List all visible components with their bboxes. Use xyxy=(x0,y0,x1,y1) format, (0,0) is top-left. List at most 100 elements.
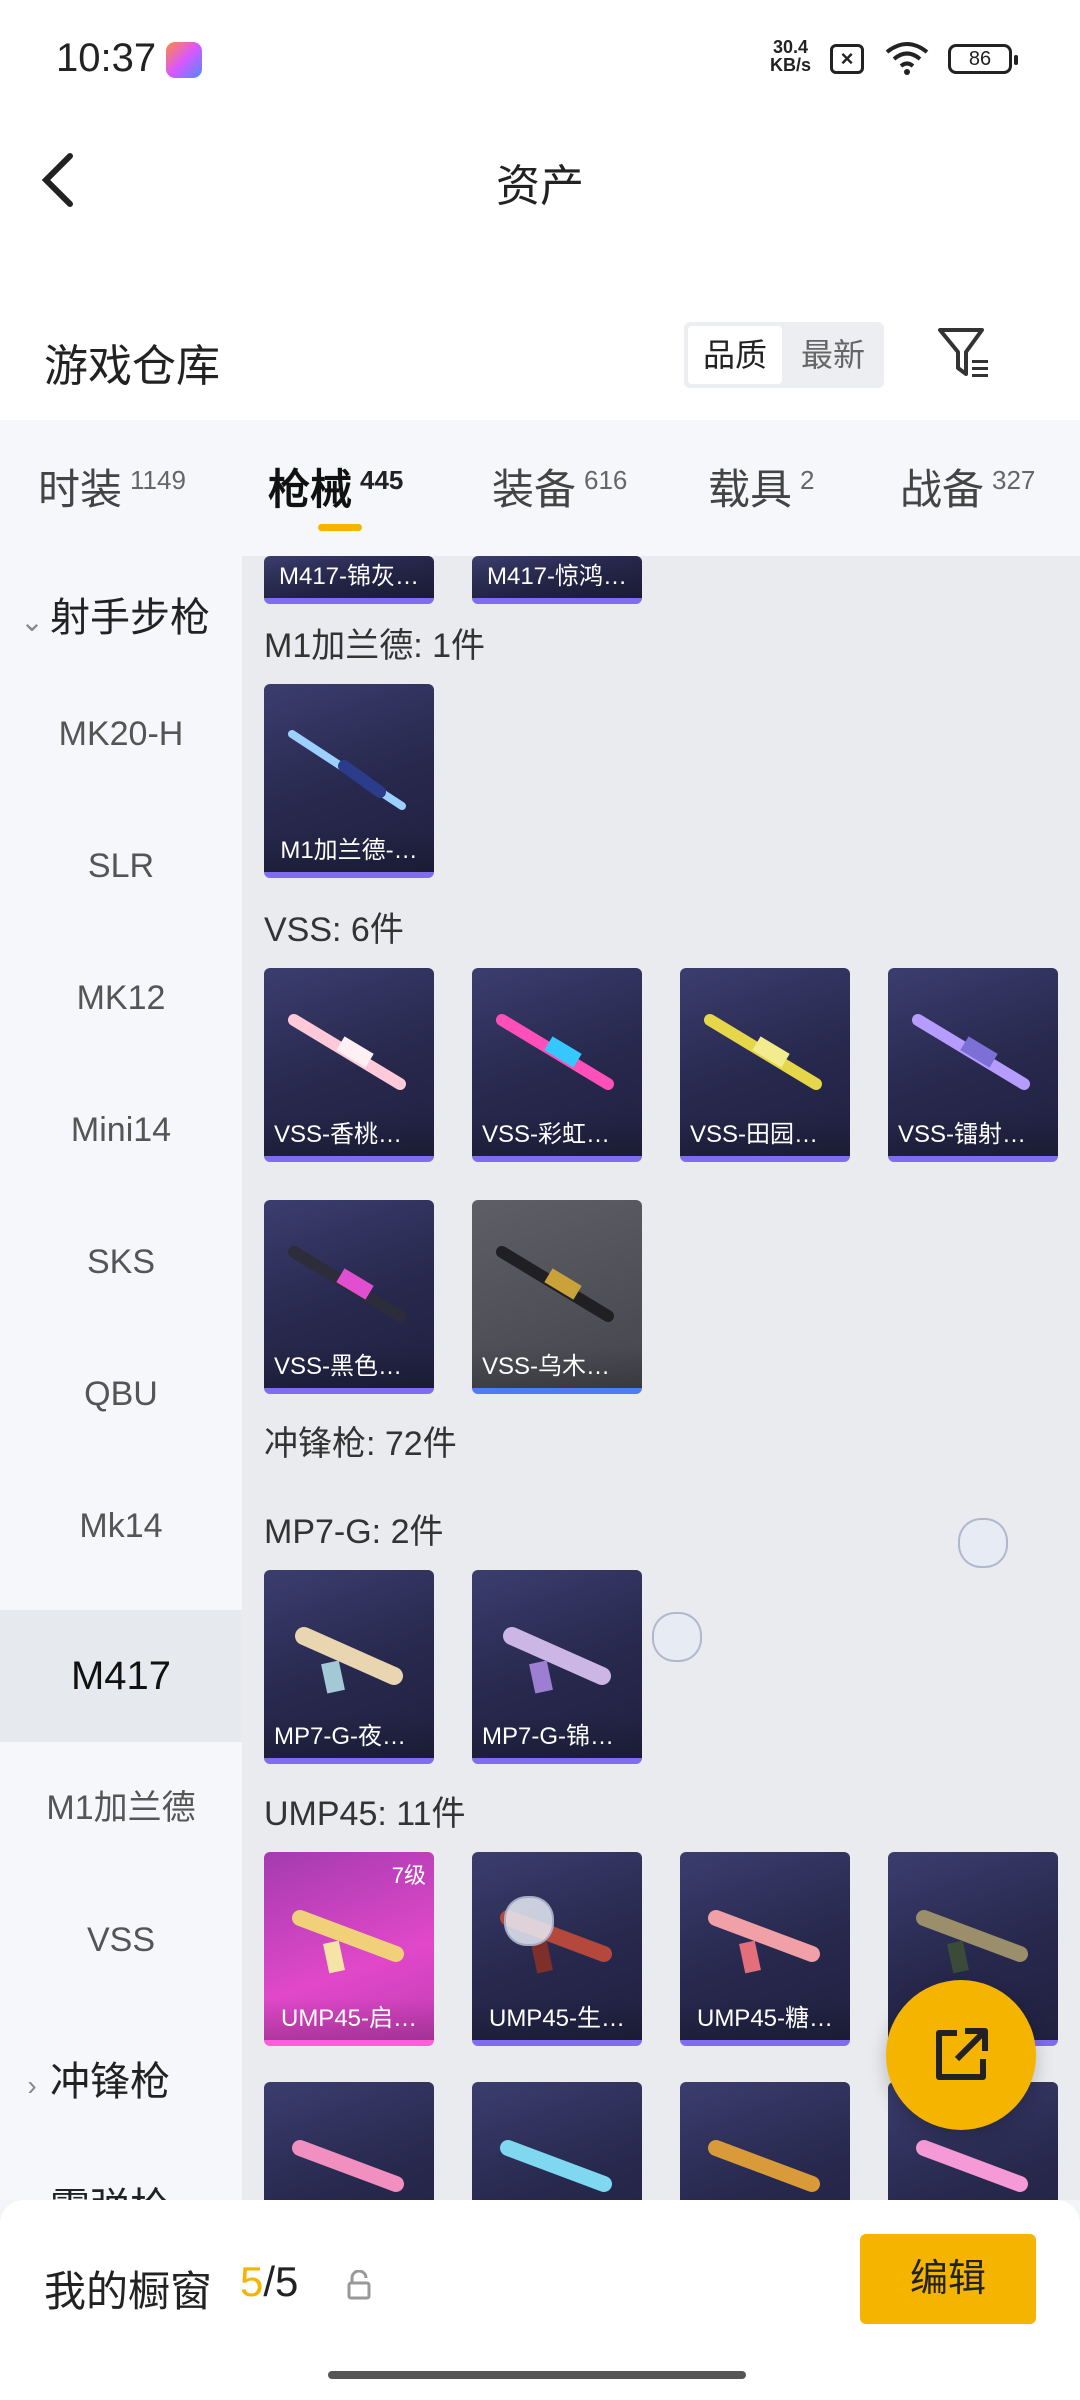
item-name: VSS-田园牧歌 xyxy=(680,1114,850,1156)
item-card[interactable]: MP7-G-锦灰… xyxy=(472,1570,642,1764)
item-card[interactable]: VSS-香桃花海 xyxy=(264,968,434,1162)
sidebar-item-slr[interactable]: SLR xyxy=(0,800,242,932)
tab-count: 445 xyxy=(360,465,404,495)
vss-skin-icon xyxy=(288,1014,406,1090)
item-card[interactable]: M1加兰德-… xyxy=(264,684,434,878)
item-name: UMP45-糖… xyxy=(680,1998,850,2040)
external-link-icon xyxy=(936,2028,988,2080)
item-card[interactable] xyxy=(680,2082,850,2200)
wifi-icon xyxy=(885,42,929,75)
tab-label: 时装 xyxy=(38,466,123,513)
showcase-label: 我的橱窗 xyxy=(44,2268,213,2315)
rifle-skin-icon xyxy=(288,730,406,810)
page-title: 资产 xyxy=(496,162,584,211)
showcase-total: /5 xyxy=(263,2258,299,2305)
tab-fashion[interactable]: 时装 1149 xyxy=(38,456,186,517)
showcase-count: 5/5 xyxy=(240,2258,298,2306)
lock-icon xyxy=(347,2270,371,2300)
network-speed-unit: KB/s xyxy=(770,55,812,75)
sidebar-item-vss[interactable]: VSS xyxy=(0,1874,242,2006)
item-card[interactable] xyxy=(264,2082,434,2200)
tab-count: 616 xyxy=(584,465,628,495)
item-grid: M417-锦灰… M417-惊鸿… M1加兰德: 1件 M1加兰德-… VSS:… xyxy=(242,556,1080,2200)
smg-skin-icon xyxy=(916,1910,1028,1974)
item-name: VSS-香桃花海 xyxy=(264,1114,434,1156)
item-name: M1加兰德-… xyxy=(264,830,434,872)
item-name: VSS-黑色刀锋 xyxy=(264,1346,434,1388)
smg-skin-icon xyxy=(708,2140,820,2192)
vss-skin-icon xyxy=(288,1246,406,1322)
smg-skin-icon xyxy=(295,1627,403,1694)
sidebar-item-qbu[interactable]: QBU xyxy=(0,1328,242,1460)
vss-skin-icon xyxy=(496,1014,614,1090)
touch-indicator xyxy=(652,1612,702,1662)
item-card[interactable]: M417-惊鸿… xyxy=(472,556,642,604)
item-name: M417-锦灰… xyxy=(264,556,434,598)
no-sim-icon: × xyxy=(830,44,864,74)
filter-icon[interactable] xyxy=(936,324,992,384)
sidebar-group-label: 射手步枪 xyxy=(50,596,210,640)
smg-skin-icon xyxy=(500,2140,612,2192)
smg-skin-icon xyxy=(916,2140,1028,2192)
item-card[interactable]: 7级 UMP45-启… xyxy=(264,1852,434,2046)
sidebar-item-m1garand[interactable]: M1加兰德 xyxy=(0,1742,242,1874)
showcase-current: 5 xyxy=(240,2258,264,2305)
smg-skin-icon xyxy=(708,1910,820,1974)
sidebar-item-mk14[interactable]: Mk14 xyxy=(0,1460,242,1592)
sidebar-group-smg[interactable]: › 冲锋枪 xyxy=(0,2042,242,2122)
item-level-badge: 7级 xyxy=(391,1863,426,1888)
edit-button[interactable]: 编辑 xyxy=(860,2234,1036,2324)
tab-equipment[interactable]: 装备 616 xyxy=(492,456,627,517)
section-title-smg: 冲锋枪: 72件 xyxy=(264,1425,457,1463)
item-card[interactable]: VSS-镭射皇者 xyxy=(888,968,1058,1162)
item-name: M417-惊鸿… xyxy=(472,556,642,598)
sidebar-item-sks[interactable]: SKS xyxy=(0,1196,242,1328)
item-name: UMP45-启… xyxy=(264,1998,434,2040)
item-name: VSS-彩虹符号 xyxy=(472,1114,642,1156)
tab-label: 载具 xyxy=(708,466,793,513)
sidebar-group-marksman[interactable]: ⌄ 射手步枪 xyxy=(0,578,242,658)
section-title-mp7g: MP7-G: 2件 xyxy=(264,1513,444,1551)
game-app-icon xyxy=(166,42,202,78)
home-indicator[interactable] xyxy=(328,2371,746,2379)
sidebar-item-mk12[interactable]: MK12 xyxy=(0,932,242,1064)
tab-vehicles[interactable]: 载具 2 xyxy=(708,456,814,517)
item-name: VSS-镭射皇者 xyxy=(888,1114,1058,1156)
sort-option-quality[interactable]: 品质 xyxy=(688,326,782,384)
item-name: UMP45-生… xyxy=(472,1998,642,2040)
tab-supplies[interactable]: 战备 327 xyxy=(900,456,1035,517)
tab-count: 327 xyxy=(992,465,1036,495)
item-card[interactable]: VSS-田园牧歌 xyxy=(680,968,850,1162)
chevron-right-icon: › xyxy=(27,2070,37,2101)
item-card[interactable]: MP7-G-夜鸢… xyxy=(264,1570,434,1764)
item-card[interactable]: UMP45-生… xyxy=(472,1852,642,2046)
network-speed-value: 30.4 xyxy=(772,37,809,57)
sidebar-item-mini14[interactable]: Mini14 xyxy=(0,1064,242,1196)
item-card[interactable]: UMP45-糖… xyxy=(680,1852,850,2046)
sort-toggle: 品质 最新 xyxy=(684,322,884,388)
active-tab-indicator xyxy=(318,524,362,531)
item-card[interactable]: M417-锦灰… xyxy=(264,556,434,604)
tab-label: 战备 xyxy=(900,466,985,513)
tab-guns[interactable]: 枪械 445 xyxy=(268,456,403,517)
touch-indicator xyxy=(958,1518,1008,1568)
sort-option-newest[interactable]: 最新 xyxy=(786,326,880,384)
sidebar-group-shotgun[interactable]: ›霰弹枪 xyxy=(0,2168,242,2200)
vss-skin-icon xyxy=(704,1014,822,1090)
item-card[interactable]: VSS-乌木金纹 xyxy=(472,1200,642,1394)
weapon-sidebar: ⌄ 射手步枪 MK20-H SLR MK12 Mini14 SKS QBU Mk1… xyxy=(0,556,242,2200)
sidebar-group-label: 霰弹枪 xyxy=(50,2186,170,2200)
section-title-ump45: UMP45: 11件 xyxy=(264,1795,466,1833)
sidebar-item-m417[interactable]: M417 xyxy=(0,1610,242,1742)
item-name: MP7-G-锦灰… xyxy=(472,1716,642,1758)
section-title-vss: VSS: 6件 xyxy=(264,911,404,949)
share-fab-button[interactable] xyxy=(886,1980,1036,2130)
item-card[interactable]: VSS-彩虹符号 xyxy=(472,968,642,1162)
item-card[interactable] xyxy=(472,2082,642,2200)
tab-count: 2 xyxy=(800,465,815,495)
sidebar-item-mk20h[interactable]: MK20-H xyxy=(0,668,242,800)
tab-label: 装备 xyxy=(492,466,577,513)
item-card[interactable]: VSS-黑色刀锋 xyxy=(264,1200,434,1394)
section-title-m1garand: M1加兰德: 1件 xyxy=(264,627,486,665)
tab-label: 枪械 xyxy=(268,466,353,513)
